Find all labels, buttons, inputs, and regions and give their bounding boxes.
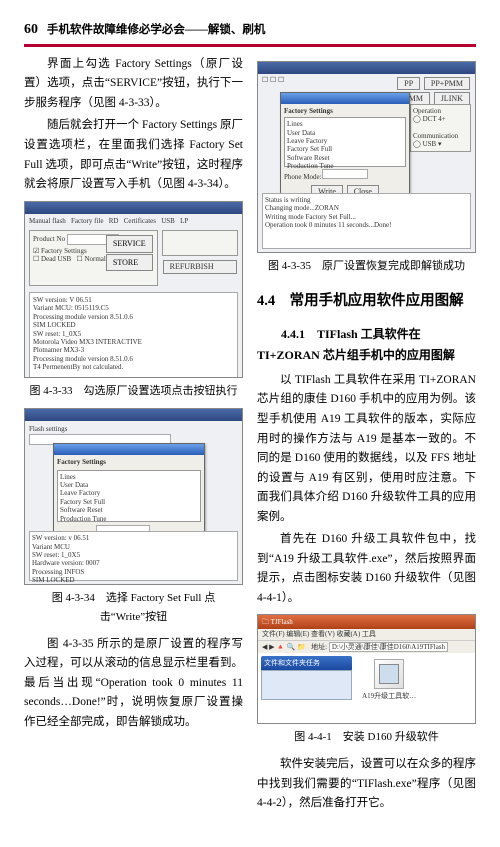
para: 以 TIFlash 工具软件在采用 TI+ZORAN 芯片组的康佳 D160 手…: [257, 371, 476, 527]
toolbar: Manual flash Factory file RD Certificate…: [25, 214, 242, 228]
file-label: A19升级工具软…: [361, 692, 417, 700]
figure-4-3-33: Manual flash Factory file RD Certificate…: [24, 201, 243, 378]
para: 界面上勾选 Factory Settings（原厂设置）选项，点击“SERVIC…: [24, 55, 243, 114]
menu-bar[interactable]: 文件(F) 编辑(E) 查看(V) 收藏(A) 工具: [258, 629, 475, 639]
right-column: ☐ ☐ ☐ PP PP+PMM PMM JLINK Operation◯ DCT…: [257, 55, 476, 817]
figure-caption: 图 4-4-1 安装 D160 升级软件: [257, 728, 476, 747]
figure-caption: 图 4-3-34 选择 Factory Set Full 点击“Write”按钮: [24, 589, 243, 626]
para: 首先在 D160 升级工具软件包中，找到“A19 升级工具软件.exe”，然后按…: [257, 530, 476, 608]
section-heading: 4.4 常用手机应用软件应用图解: [257, 289, 476, 314]
exe-icon[interactable]: [374, 659, 404, 689]
para: 软件安装完后，设置可以在众多的程序中找到我们需要的“TIFlash.exe”程序…: [257, 755, 476, 814]
para: 随后就会打开一个 Factory Settings 原厂设置选项栏，在里面我们选…: [24, 116, 243, 194]
info-pane: SW version: v 06.51 Variant MCU SW reset…: [29, 531, 238, 581]
book-title: 手机软件故障维修必学必会——解锁、刷机: [47, 24, 266, 36]
toolbar[interactable]: ◀ ▶ 🔺 🔍 📁 地址: D:\小灵通\康佳\康佳D160\A19TIFlas…: [258, 640, 475, 653]
left-column: 界面上勾选 Factory Settings（原厂设置）选项，点击“SERVIC…: [24, 55, 243, 817]
page-header: 60 手机软件故障维修必学必会——解锁、刷机: [24, 18, 476, 47]
figure-caption: 图 4-3-35 原厂设置恢复完成即解锁成功: [257, 257, 476, 276]
para: 图 4-3-35 所示的是原厂设置的程序写入过程，可以从滚动的信息显示栏里看到。…: [24, 635, 243, 733]
status-log: Status is writing Changing mode...ZORAN …: [262, 193, 471, 249]
window-titlebar: [25, 409, 242, 421]
refurbish-button[interactable]: REFURBISH: [163, 260, 237, 274]
window-titlebar: 🗀 TJFlash: [258, 615, 475, 629]
figure-caption: 图 4-3-33 勾选原厂设置选项点击按钮执行: [24, 382, 243, 401]
info-pane: SW version: V 06.51 Variant MCU: 0515119…: [29, 292, 238, 378]
page-number: 60: [24, 22, 38, 37]
store-button[interactable]: STORE: [106, 254, 153, 272]
figure-4-3-34: Flash settings Factory Settings Lines Us…: [24, 408, 243, 585]
window-titlebar: [25, 202, 242, 214]
service-button[interactable]: SERVICE: [106, 235, 153, 253]
figure-4-4-1: 🗀 TJFlash 文件(F) 编辑(E) 查看(V) 收藏(A) 工具 ◀ ▶…: [257, 614, 476, 724]
figure-4-3-35: ☐ ☐ ☐ PP PP+PMM PMM JLINK Operation◯ DCT…: [257, 61, 476, 253]
subsection-heading: 4.4.1 TIFlash 工具软件在 TI+ZORAN 芯片组手机中的应用图解: [257, 324, 476, 365]
